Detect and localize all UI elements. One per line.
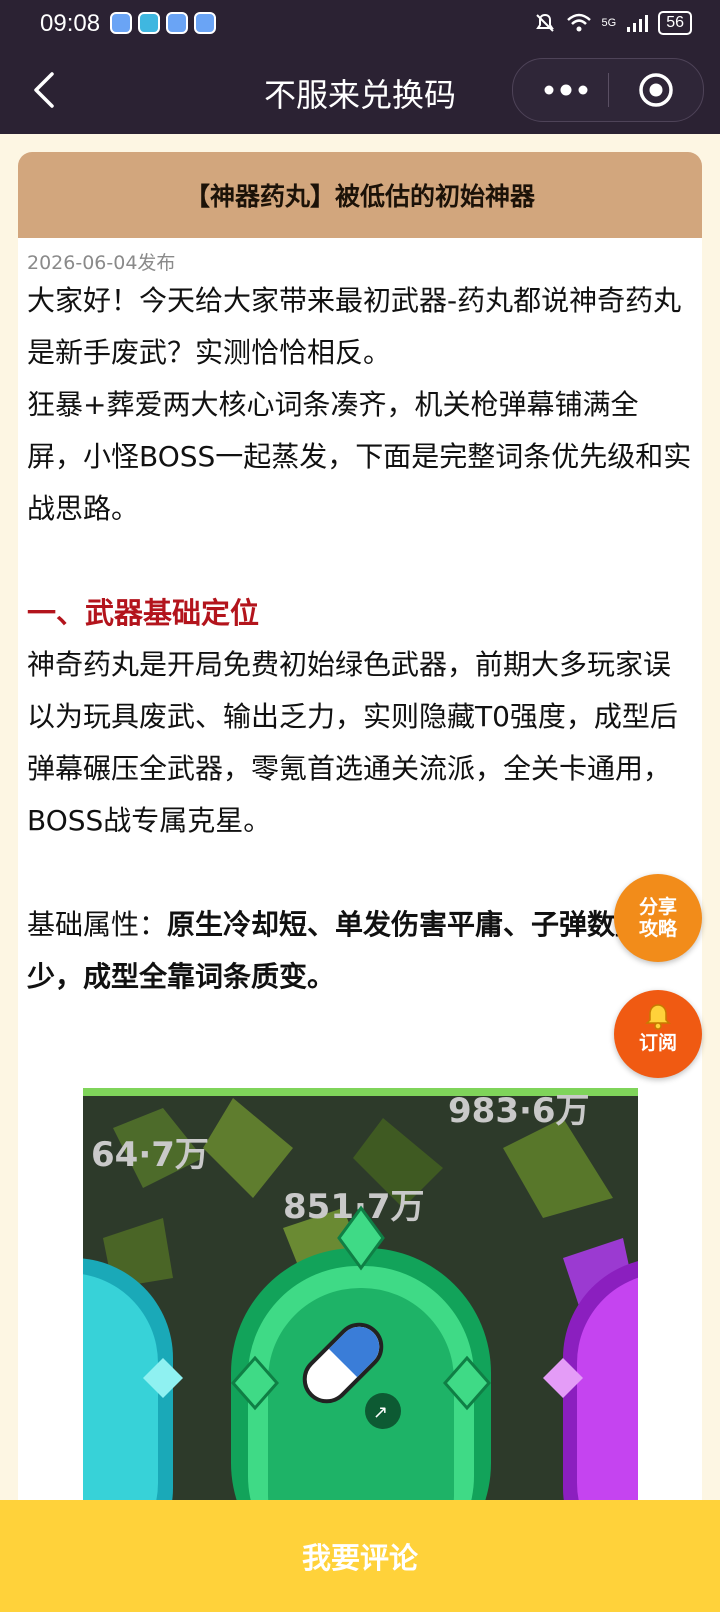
section-title: 一、武器基础定位 (27, 596, 260, 630)
mute-icon (535, 13, 554, 32)
signal-icon (627, 15, 649, 32)
section-paragraph: 神奇药丸是开局免费初始绿色武器，前期大多玩家误以为玩具废武、输出乏力，实则隐藏T… (27, 648, 678, 837)
article-body: 大家好！今天给大家带来最初武器-药丸都说神奇药丸是新手废武？实测恰恰相反。 狂暴… (18, 275, 702, 1003)
subscribe-button[interactable]: 订阅 (614, 990, 702, 1078)
intro-paragraph: 大家好！今天给大家带来最初武器-药丸都说神奇药丸是新手废武？实测恰恰相反。 (27, 284, 682, 369)
comment-button[interactable]: 我要评论 (0, 1500, 720, 1612)
share-guide-button[interactable]: 分享 攻略 (614, 874, 702, 962)
publish-date: 2026-06-04发布 (27, 252, 176, 274)
status-time: 09:08 (40, 10, 101, 37)
share-label-line2: 攻略 (638, 918, 677, 940)
status-bar: 09:08 5G 56 (0, 0, 720, 48)
subscribe-label: 订阅 (638, 1032, 677, 1054)
battery-indicator: 56 (658, 11, 692, 35)
network-type-label: 5G (601, 17, 617, 29)
notification-icons (110, 12, 216, 34)
more-icon[interactable] (541, 79, 591, 101)
damage-number: 64·7万 (91, 1135, 209, 1175)
bell-icon (645, 1004, 671, 1030)
damage-number: 983·6万 (448, 1091, 590, 1131)
capsule-divider (608, 73, 609, 107)
article-card: 【神器药丸】被低估的初始神器 2026-06-04发布 大家好！今天给大家带来最… (18, 152, 702, 1612)
intro-paragraph: 狂暴+葬爱两大核心词条凑齐，机关枪弹幕铺满全屏，小怪BOSS一起蒸发，下面是完整… (27, 388, 692, 525)
top-nav-bar: 不服来兑换码 (0, 48, 720, 134)
article-heading: 【神器药丸】被低估的初始神器 (18, 152, 702, 238)
app-notification-icon (194, 12, 216, 34)
comment-label: 我要评论 (301, 1541, 418, 1575)
mini-program-capsule (512, 58, 704, 122)
status-indicators: 5G 56 (534, 11, 692, 35)
wifi-icon (566, 13, 591, 32)
svg-text:↗: ↗ (373, 1402, 388, 1423)
app-notification-icon (166, 12, 188, 34)
share-label-line1: 分享 (638, 896, 677, 918)
close-mini-program-icon[interactable] (637, 71, 675, 109)
app-notification-icon (110, 12, 132, 34)
attributes-paragraph: 基础属性：原生冷却短、单发伤害平庸、子弹数量少，成型全靠词条质变。 (27, 899, 693, 1003)
attributes-label: 基础属性： (27, 908, 168, 941)
book-notification-icon (138, 12, 160, 34)
